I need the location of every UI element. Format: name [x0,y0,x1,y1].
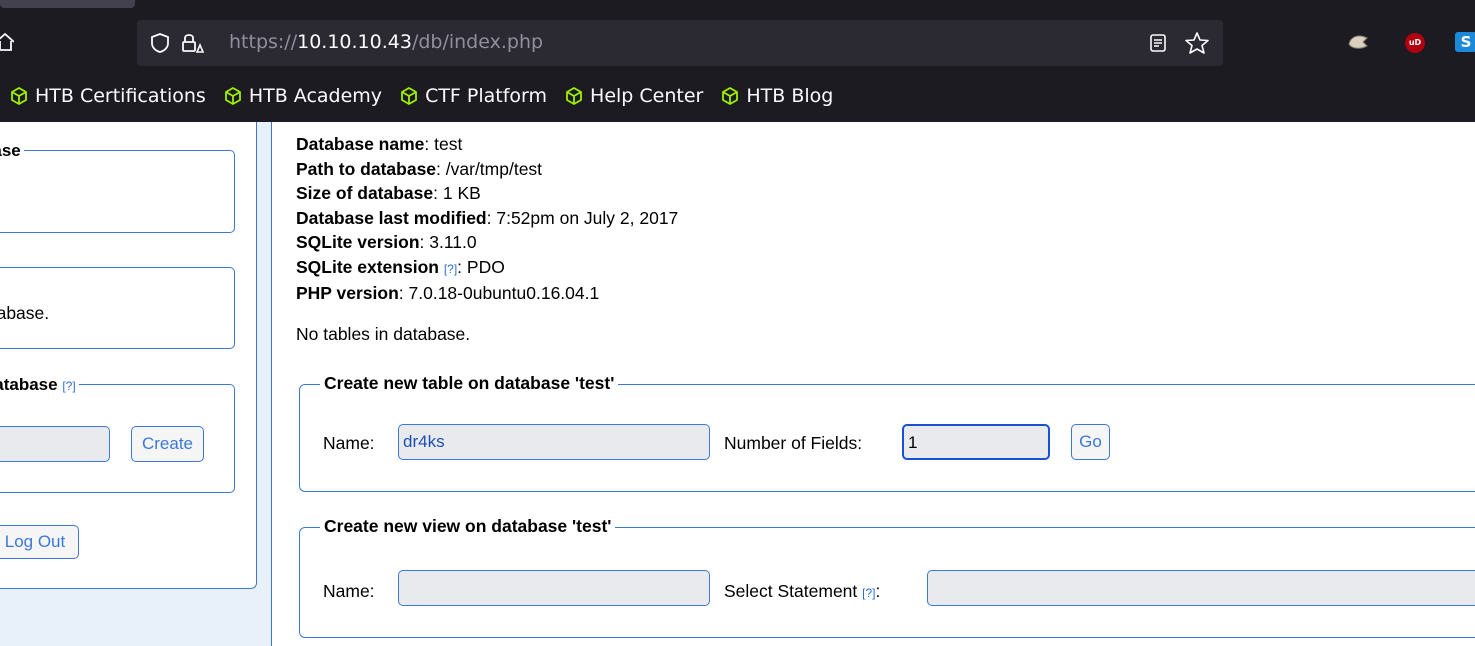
extension-icon[interactable] [1347,32,1369,52]
sidebar-fieldset-legend: Database [?] [0,375,79,395]
info-label: Path to database [296,158,437,179]
create-table-fieldset: Create new table on database 'test' Name… [299,373,1475,492]
info-value: : 7.0.18-0ubuntu0.16.04.1 [398,283,600,303]
home-icon[interactable] [0,33,14,51]
info-sqlite-extension: SQLite extension [?]: PDO [296,255,678,282]
bookmark-htb-blog[interactable]: HTB Blog [721,85,833,107]
page-content: base atabase. Database [?] Create Log Ou… [0,122,1475,646]
lock-warning-icon[interactable] [180,31,204,55]
sidebar-panel: base atabase. Database [?] Create Log Ou… [0,122,257,589]
extension-s-icon[interactable]: S [1455,32,1475,52]
create-table-legend: Create new table on database 'test' [320,373,619,394]
info-path: Path to database: /var/tmp/test [296,157,678,182]
table-name-input[interactable]: dr4ks [398,424,710,460]
sidebar-create-db-fieldset: Database [?] Create [0,375,235,493]
create-view-legend: Create new view on database 'test' [320,516,616,537]
bookmark-htb-academy[interactable]: HTB Academy [224,85,382,107]
sidebar-info-text: atabase. [0,303,50,323]
logout-button[interactable]: Log Out [0,525,79,559]
table-name-label: Name: [323,433,375,453]
active-tab[interactable] [0,0,135,8]
tracking-shield-icon[interactable] [150,32,170,54]
sidebar-info-fieldset: atabase. [0,267,235,349]
bookmark-label: HTB Certifications [35,85,206,107]
bookmark-star-icon[interactable] [1184,31,1210,55]
bookmark-label: Help Center [590,85,704,107]
info-label: Database last modified [296,207,487,228]
view-name-label: Name: [323,581,375,601]
info-modified: Database last modified: 7:52pm on July 2… [296,206,678,231]
fields-count-input[interactable]: 1 [902,424,1050,460]
bookmark-help-center[interactable]: Help Center [565,85,703,107]
go-button[interactable]: Go [1071,424,1110,460]
help-link[interactable]: [?] [62,379,75,393]
select-statement-label: Select Statement [?]: [724,581,880,602]
info-php-version: PHP version: 7.0.18-0ubuntu0.16.04.1 [296,281,678,306]
info-label: Database name [296,134,425,154]
htb-cube-icon [11,87,27,105]
left-sidebar: base atabase. Database [?] Create Log Ou… [0,122,272,646]
no-tables-message: No tables in database. [296,324,471,344]
help-link[interactable]: [?] [444,262,457,276]
create-database-button[interactable]: Create [131,426,204,462]
reader-view-icon[interactable] [1148,32,1168,54]
help-link[interactable]: [?] [862,586,875,600]
ublock-icon[interactable]: uD [1405,33,1425,53]
bookmark-label: CTF Platform [425,85,548,107]
htb-cube-icon [566,87,582,105]
info-label: SQLite version [296,232,420,252]
info-label: SQLite extension [296,256,439,277]
info-size: Size of database: 1 KB [296,181,678,206]
bookmark-htb-certifications[interactable]: HTB Certifications [10,85,206,107]
info-value: : test [424,134,463,154]
info-value: : /var/tmp/test [436,158,543,179]
sidebar-fieldset-legend: base [0,141,24,161]
bookmarks-toolbar: HTB Certifications HTB Academy CTF Platf… [0,70,1475,122]
select-statement-input[interactable] [927,570,1475,606]
url-scheme: https:// [229,31,298,53]
new-database-input[interactable] [0,426,110,462]
bookmark-label: HTB Blog [746,85,834,107]
info-label: PHP version [296,283,399,303]
htb-cube-icon [401,87,417,105]
fields-count-label: Number of Fields: [724,433,863,453]
url-text[interactable]: https://10.10.10.43/db/index.php [229,31,543,53]
statement-colon: : [875,581,881,601]
view-name-input[interactable] [398,570,710,606]
browser-toolbar: https://10.10.10.43/db/index.php uD S [0,0,1475,70]
info-db-name: Database name: test [296,132,678,157]
sidebar-database-fieldset: base [0,141,235,233]
htb-cube-icon [224,87,241,105]
bookmark-label: HTB Academy [248,85,383,107]
info-value: : 1 KB [433,183,481,203]
database-info: Database name: test Path to database: /v… [296,132,678,306]
info-value: : 7:52pm on July 2, 2017 [486,207,679,228]
info-value: : 3.11.0 [419,232,477,252]
url-path: /db/index.php [411,31,544,53]
bookmark-ctf-platform[interactable]: CTF Platform [400,85,547,107]
create-db-legend: Database [0,375,58,394]
url-host: 10.10.10.43 [297,31,412,53]
create-view-fieldset: Create new view on database 'test' Name:… [299,516,1475,638]
statement-label-text: Select Statement [724,581,858,601]
htb-cube-icon [722,87,739,105]
info-value: : PDO [457,256,505,277]
info-label: Size of database [296,183,434,203]
info-sqlite-version: SQLite version: 3.11.0 [296,230,678,255]
url-bar[interactable]: https://10.10.10.43/db/index.php [137,20,1223,66]
